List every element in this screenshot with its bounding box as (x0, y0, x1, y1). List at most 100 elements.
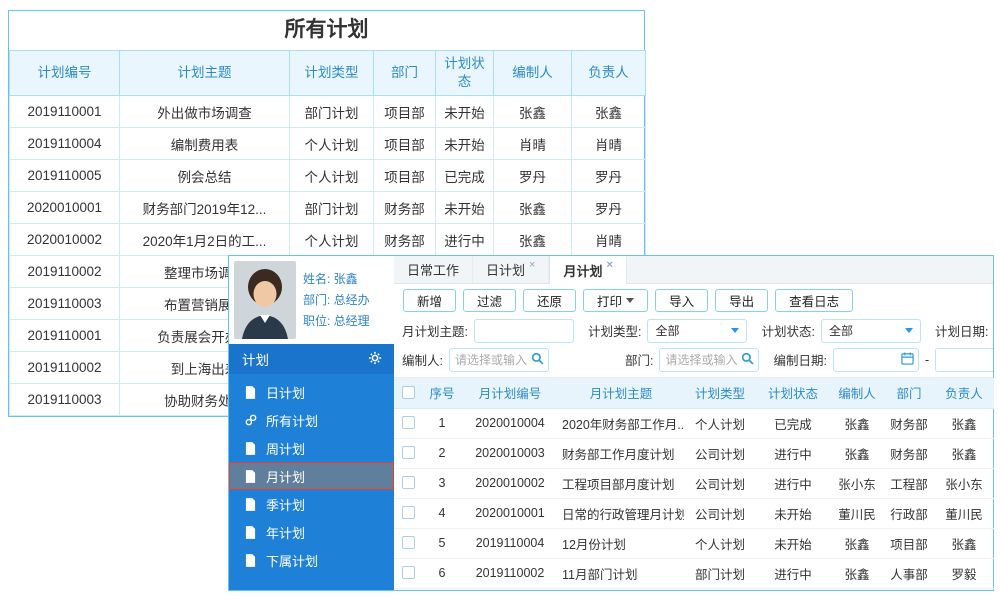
gear-icon[interactable] (368, 351, 382, 368)
plan-id-link[interactable]: 2019110002 (462, 558, 558, 589)
cell: 肖晴 (571, 127, 646, 160)
sidebar-item-monthly-plan[interactable]: 月计划 (229, 462, 394, 490)
cell: 未开始 (435, 95, 494, 128)
plan-id-link[interactable]: 2020010002 (462, 468, 558, 499)
plan-id-link[interactable]: 2020010004 (462, 408, 558, 439)
tab-daily-plan[interactable]: 日计划 × (473, 256, 550, 283)
owner-link[interactable]: 张鑫 (934, 408, 994, 439)
tab-daily-work[interactable]: 日常工作 (394, 256, 474, 283)
row-checkbox[interactable] (401, 506, 415, 519)
print-button[interactable]: 打印 (583, 288, 649, 312)
search-icon[interactable] (531, 352, 544, 368)
plan-id-link[interactable]: 2020010003 (462, 438, 558, 469)
cell: 2019110001 (9, 95, 120, 128)
add-button[interactable]: 新增 (403, 288, 457, 312)
plan-id-link[interactable]: 2019110004 (462, 528, 558, 559)
sidebar-item-subordinate-plans[interactable]: 下属计划 (229, 546, 394, 574)
reset-button[interactable]: 还原 (523, 288, 577, 312)
status-select[interactable]: 全部 (820, 318, 921, 343)
creator-link[interactable]: 张鑫 (830, 558, 884, 589)
filter-button[interactable]: 过滤 (463, 288, 517, 312)
plan-subject-link[interactable]: 11月部门计划 (558, 558, 684, 589)
sidebar-item-label: 月计划 (266, 469, 306, 485)
creator-link[interactable]: 张鑫 (830, 408, 884, 439)
search-icon[interactable] (741, 352, 754, 368)
profile-info: 姓名: 张鑫 部门: 总经办 职位: 总经理 (303, 269, 370, 332)
row-checkbox[interactable] (401, 476, 415, 489)
cell: 财务部 (373, 191, 436, 224)
plan-id-link[interactable]: 2020010001 (462, 498, 558, 529)
cell-plan-type: 公司计划 (684, 438, 756, 469)
creator-search-input[interactable] (454, 352, 531, 367)
select-all-cell (394, 378, 422, 409)
type-select[interactable]: 全部 (647, 318, 748, 343)
cell: 项目部 (373, 159, 436, 192)
tab-monthly-plan[interactable]: 月计划 × (549, 256, 627, 284)
owner-link[interactable]: 张小东 (934, 468, 994, 499)
cell: 未开始 (435, 191, 494, 224)
tab-label: 日计划 (486, 263, 526, 278)
creator-link[interactable]: 张鑫 (830, 528, 884, 559)
cell: 2019110002 (9, 351, 120, 384)
row-checkbox[interactable] (401, 536, 415, 549)
sidebar-item-weekly-plan[interactable]: 周计划 (229, 434, 394, 462)
close-icon[interactable]: × (529, 259, 535, 271)
view-log-button[interactable]: 查看日志 (775, 288, 854, 312)
row-checkbox[interactable] (401, 446, 415, 459)
cell: 2019110005 (9, 159, 120, 192)
row-checkbox[interactable] (401, 416, 415, 429)
header-row: 序号 月计划编号 月计划主题 计划类型 计划状态 编制人 部门 负责人 (394, 378, 994, 409)
cell: 罗丹 (493, 159, 572, 192)
table-row: 2020010001 财务部门2019年12... 部门计划 财务部 未开始 张鑫 罗丹 (9, 191, 646, 224)
cell: 个人计划 (289, 127, 374, 160)
sidebar-item-yearly-plan[interactable]: 年计划 (229, 518, 394, 546)
cell-dept: 项目部 (884, 528, 934, 559)
creator-filter-label: 编制人: (402, 354, 443, 368)
creator-link[interactable]: 董川民 (830, 498, 884, 529)
profile-position: 职位: 总经理 (303, 313, 370, 328)
cell: 部门计划 (289, 95, 374, 128)
plan-subject-link[interactable]: 工程项目部月度计划 (558, 468, 684, 499)
cell-index: 1 (422, 408, 462, 439)
tab-label: 月计划 (563, 263, 603, 279)
subject-filter-input[interactable] (473, 318, 574, 343)
cell: 张鑫 (493, 95, 572, 128)
sidebar-item-quarterly-plan[interactable]: 季计划 (229, 490, 394, 518)
column-header: 计划类型 (289, 50, 374, 96)
column-header: 序号 (422, 378, 462, 409)
row-checkbox[interactable] (401, 566, 415, 579)
table-row: 2 2020010003 财务部工作月度计划 公司计划 进行中 张鑫 财务部 张… (394, 438, 994, 469)
close-icon[interactable]: × (606, 259, 612, 271)
column-header: 负责人 (571, 50, 646, 96)
owner-link[interactable]: 董川民 (934, 498, 994, 529)
plan-subject-link[interactable]: 日常的行政管理月计划 (558, 498, 684, 529)
sidebar-item-label: 周计划 (266, 441, 306, 457)
filter-row-2: 编制人: 部门: 编制日期: - (394, 345, 993, 374)
export-button[interactable]: 导出 (715, 288, 769, 312)
owner-link[interactable]: 张鑫 (934, 528, 994, 559)
plan-subject-link[interactable]: 2020年财务部工作月... (558, 408, 684, 439)
creator-link[interactable]: 张小东 (830, 468, 884, 499)
owner-link[interactable]: 张鑫 (934, 438, 994, 469)
toolbar: 新增 过滤 还原 打印 导入 导出 查看日志 (394, 284, 993, 316)
select-all-checkbox[interactable] (401, 385, 415, 399)
plan-subject-link[interactable]: 12月份计划 (558, 528, 684, 559)
plan-subject-link[interactable]: 财务部工作月度计划 (558, 438, 684, 469)
sidebar-item-all-plans[interactable]: 所有计划 (229, 406, 394, 434)
owner-link[interactable]: 罗毅 (934, 558, 994, 589)
create-date-to-input[interactable] (935, 347, 993, 372)
create-date-from-input[interactable] (838, 352, 901, 367)
cell-dept: 财务部 (884, 438, 934, 469)
cell-plan-status: 进行中 (756, 438, 830, 469)
cell-plan-type: 个人计划 (684, 408, 756, 439)
dept-search-input[interactable] (665, 352, 742, 367)
cell: 未开始 (435, 127, 494, 160)
creator-link[interactable]: 张鑫 (830, 438, 884, 469)
import-button[interactable]: 导入 (655, 288, 709, 312)
calendar-icon[interactable] (901, 351, 914, 368)
column-header: 负责人 (934, 378, 994, 409)
dept-filter-label: 部门: (624, 354, 654, 368)
sidebar-item-daily-plan[interactable]: 日计划 (229, 378, 394, 406)
cell: 2019110003 (9, 383, 120, 416)
date-range-separator: - (924, 352, 930, 367)
